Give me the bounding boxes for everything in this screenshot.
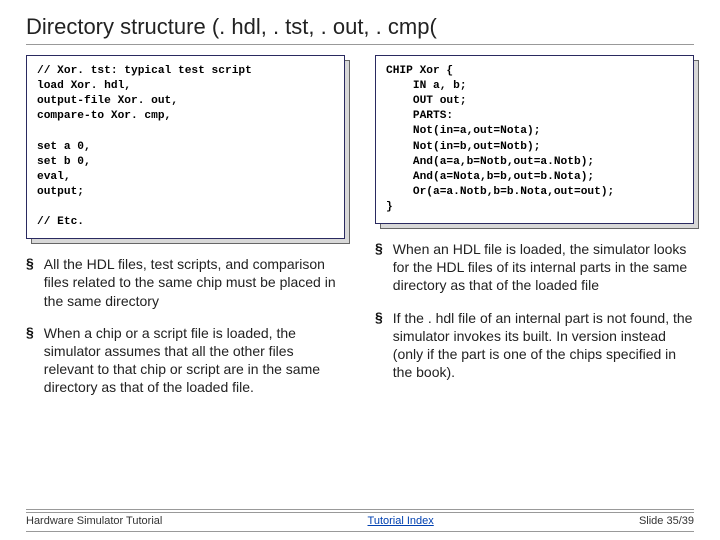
code-block-left: // Xor. tst: typical test script load Xo… xyxy=(26,55,345,239)
bullet-text: All the HDL files, test scripts, and com… xyxy=(44,255,345,310)
list-item: § All the HDL files, test scripts, and c… xyxy=(26,255,345,310)
left-bullets: § All the HDL files, test scripts, and c… xyxy=(26,255,345,410)
tutorial-index-link[interactable]: Tutorial Index xyxy=(368,515,434,527)
footer: Hardware Simulator Tutorial Tutorial Ind… xyxy=(26,512,694,532)
left-column: // Xor. tst: typical test script load Xo… xyxy=(26,55,345,509)
right-column: CHIP Xor { IN a, b; OUT out; PARTS: Not(… xyxy=(375,55,694,509)
slide-number: Slide 35/39 xyxy=(639,515,694,527)
bullet-marker: § xyxy=(375,309,383,382)
list-item: § When an HDL file is loaded, the simula… xyxy=(375,240,694,295)
list-item: § When a chip or a script file is loaded… xyxy=(26,324,345,397)
bullet-text: When a chip or a script file is loaded, … xyxy=(44,324,345,397)
footer-left: Hardware Simulator Tutorial xyxy=(26,515,162,527)
list-item: § If the . hdl file of an internal part … xyxy=(375,309,694,382)
right-bullets: § When an HDL file is loaded, the simula… xyxy=(375,240,694,395)
code-block-right: CHIP Xor { IN a, b; OUT out; PARTS: Not(… xyxy=(375,55,694,224)
bullet-marker: § xyxy=(26,255,34,310)
bullet-marker: § xyxy=(26,324,34,397)
code-block-right-wrap: CHIP Xor { IN a, b; OUT out; PARTS: Not(… xyxy=(375,55,694,224)
bullet-marker: § xyxy=(375,240,383,295)
content-columns: // Xor. tst: typical test script load Xo… xyxy=(26,55,694,509)
bullet-text: When an HDL file is loaded, the simulato… xyxy=(393,240,694,295)
bullet-text: If the . hdl file of an internal part is… xyxy=(393,309,694,382)
page-title: Directory structure (. hdl, . tst, . out… xyxy=(26,14,694,40)
code-block-left-wrap: // Xor. tst: typical test script load Xo… xyxy=(26,55,345,239)
title-divider xyxy=(26,44,694,45)
